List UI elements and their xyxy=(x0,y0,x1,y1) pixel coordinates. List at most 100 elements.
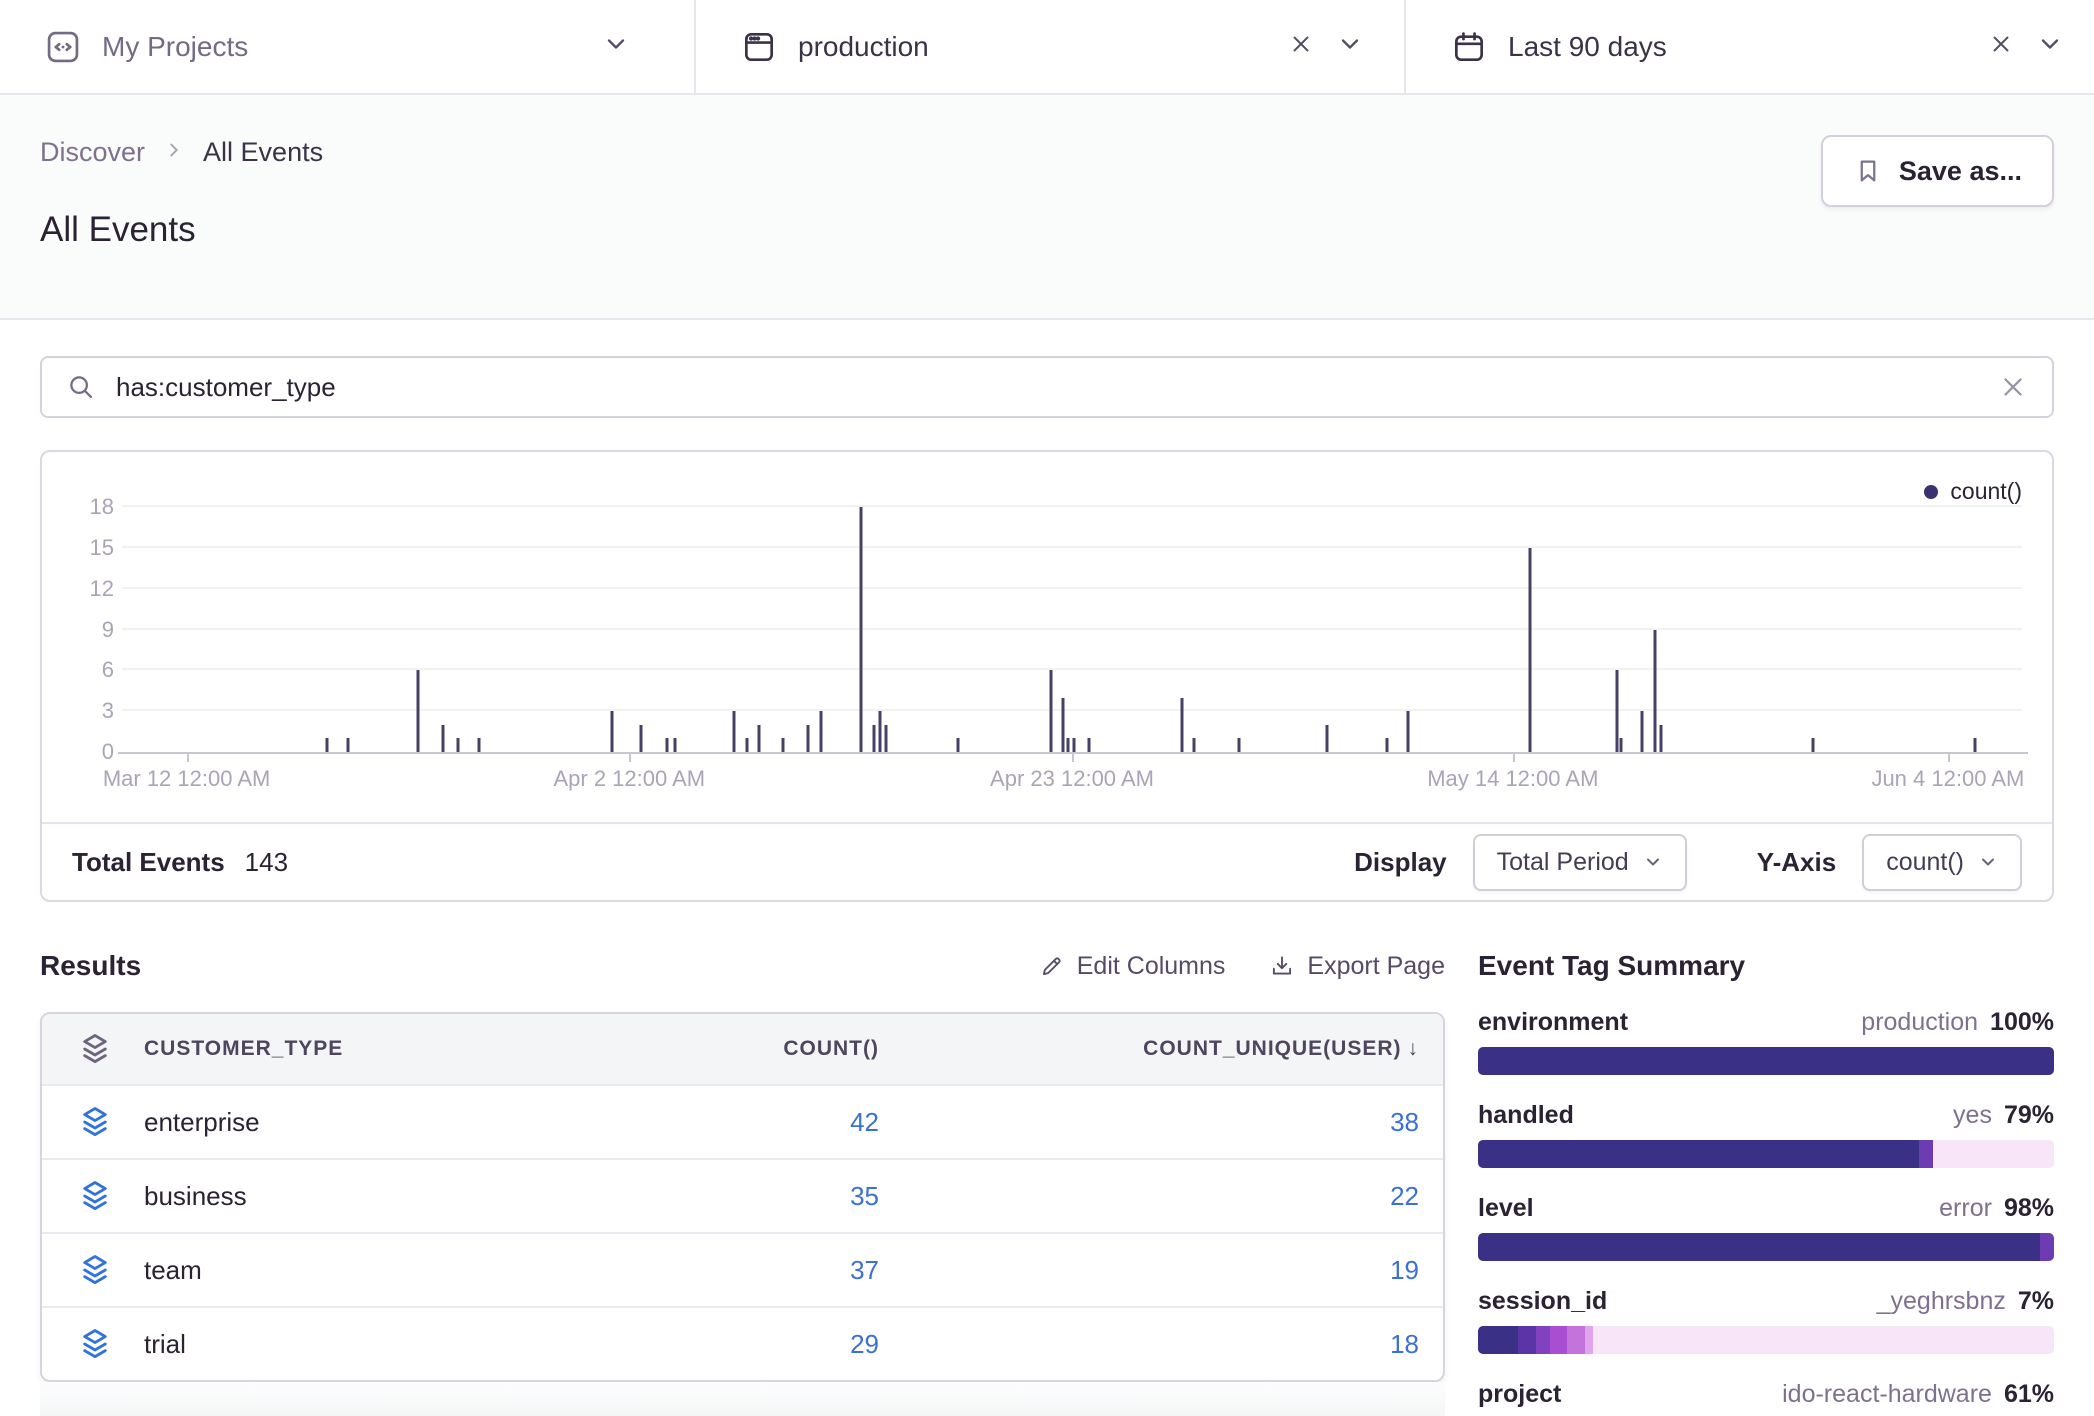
chevron-down-icon[interactable] xyxy=(602,30,630,63)
chart-bar xyxy=(782,738,785,752)
tag-percent: 79% xyxy=(2004,1101,2054,1130)
count-link[interactable]: 29 xyxy=(850,1329,879,1359)
chart-plot xyxy=(122,507,2022,752)
table-body: enterprise4238business3522team3719trial2… xyxy=(42,1084,1443,1380)
tag-top-value: ido-react-hardware xyxy=(1782,1380,1992,1409)
export-page-button[interactable]: Export Page xyxy=(1269,952,1445,981)
x-tick-label: Jun 4 12:00 AM xyxy=(1871,766,2024,792)
count-unique-link[interactable]: 22 xyxy=(1390,1181,1419,1211)
tag-distribution-bar[interactable] xyxy=(1478,1047,2054,1075)
customer-type-value: business xyxy=(144,1181,247,1212)
chart-bar xyxy=(1660,725,1663,752)
gridline xyxy=(122,587,2022,589)
y-tick-label: 3 xyxy=(102,698,114,724)
column-header-count[interactable]: COUNT() xyxy=(579,1037,879,1061)
clear-search-icon[interactable] xyxy=(1998,372,2028,402)
search-icon xyxy=(66,372,96,402)
count-link[interactable]: 37 xyxy=(850,1255,879,1285)
count-unique-link[interactable]: 18 xyxy=(1390,1329,1419,1359)
tag-percent: 98% xyxy=(2004,1194,2054,1223)
breadcrumb-discover-link[interactable]: Discover xyxy=(40,137,145,168)
chart-bar xyxy=(666,738,669,752)
chevron-down-icon xyxy=(1643,852,1663,872)
y-tick-label: 0 xyxy=(102,739,114,765)
x-tick-mark xyxy=(1513,752,1515,762)
tag-top-value: error xyxy=(1939,1194,1992,1223)
tag-name: level xyxy=(1478,1194,1534,1223)
chart-bar xyxy=(1238,738,1241,752)
y-tick-label: 15 xyxy=(90,535,114,561)
chevron-down-icon[interactable] xyxy=(2036,30,2064,63)
stack-icon xyxy=(76,1030,114,1068)
chart-bar xyxy=(1620,738,1623,752)
chevron-down-icon[interactable] xyxy=(1336,30,1364,63)
daterange-selector-label: Last 90 days xyxy=(1508,31,1667,63)
search-input[interactable] xyxy=(116,372,1978,403)
gridline xyxy=(122,709,2022,711)
chart-bar xyxy=(1181,698,1184,752)
table-row[interactable]: business 35 22 xyxy=(42,1158,1443,1232)
column-header-count-unique[interactable]: COUNT_UNIQUE(USER)↓ xyxy=(879,1037,1419,1061)
chart-bar xyxy=(806,725,809,752)
save-as-button[interactable]: Save as... xyxy=(1821,135,2054,207)
tag-entry: handledyes79% xyxy=(1478,1101,2054,1168)
sort-desc-icon: ↓ xyxy=(1408,1037,1420,1060)
customer-type-value: team xyxy=(144,1255,202,1286)
edit-columns-button[interactable]: Edit Columns xyxy=(1039,952,1226,981)
discover-page: My Projects production xyxy=(0,0,2094,1416)
gridline xyxy=(122,505,2022,507)
table-row[interactable]: trial2918 xyxy=(42,1306,1443,1380)
clear-environment-icon[interactable] xyxy=(1288,31,1314,62)
count-unique-link[interactable]: 19 xyxy=(1390,1255,1419,1285)
tag-summary-heading: Event Tag Summary xyxy=(1478,938,2054,994)
chart-bar xyxy=(1072,738,1075,752)
chart-bar xyxy=(1654,630,1657,753)
project-selector[interactable]: My Projects xyxy=(0,0,694,93)
tag-distribution-bar[interactable] xyxy=(1478,1140,2054,1168)
y-tick-label: 6 xyxy=(102,657,114,683)
table-row[interactable]: team 37 19 xyxy=(42,1232,1443,1306)
tag-distribution-bar[interactable] xyxy=(1478,1326,2054,1354)
daterange-selector[interactable]: Last 90 days xyxy=(1404,0,2094,93)
column-header-customer-type[interactable]: CUSTOMER_TYPE xyxy=(144,1037,343,1061)
total-events-value: 143 xyxy=(245,847,288,878)
tag-distribution-bar[interactable] xyxy=(1478,1233,2054,1261)
chart-bar xyxy=(1528,548,1531,752)
chart-bar xyxy=(639,725,642,752)
chart-bar xyxy=(1325,725,1328,752)
tag-segment xyxy=(1550,1326,1567,1354)
chart-bar xyxy=(347,738,350,752)
chart-bar xyxy=(478,738,481,752)
display-dropdown[interactable]: Total Period xyxy=(1473,834,1687,891)
table-row[interactable]: enterprise4238 xyxy=(42,1084,1443,1158)
chart-bar xyxy=(1386,738,1389,752)
clear-daterange-icon[interactable] xyxy=(1988,31,2014,62)
x-tick-label: Apr 2 12:00 AM xyxy=(553,766,705,792)
chart-bar xyxy=(1061,698,1064,752)
chart-bar xyxy=(746,738,749,752)
count-link[interactable]: 35 xyxy=(850,1181,879,1211)
gridline xyxy=(122,668,2022,670)
chart-bar xyxy=(1192,738,1195,752)
download-icon xyxy=(1269,953,1295,979)
breadcrumb-current: All Events xyxy=(203,137,323,168)
yaxis-dropdown[interactable]: count() xyxy=(1862,834,2022,891)
tag-name: project xyxy=(1478,1380,1561,1409)
tag-top-value: yes xyxy=(1953,1101,1992,1130)
tag-name: environment xyxy=(1478,1008,1628,1037)
y-tick-label: 12 xyxy=(90,576,114,602)
chart-bar xyxy=(417,670,420,752)
page-header: Discover All Events All Events Save as..… xyxy=(0,95,2094,320)
tag-percent: 100% xyxy=(1990,1008,2054,1037)
chart-bar xyxy=(884,725,887,752)
stack-icon xyxy=(76,1251,114,1289)
count-unique-link[interactable]: 38 xyxy=(1390,1107,1419,1137)
count-link[interactable]: 42 xyxy=(850,1107,879,1137)
search-bar xyxy=(40,356,2054,418)
y-axis-labels: 0369121518 xyxy=(42,507,114,752)
environment-selector[interactable]: production xyxy=(694,0,1404,93)
total-events-label: Total Events xyxy=(72,847,225,878)
chart-bar xyxy=(611,711,614,752)
chart-bar xyxy=(1812,738,1815,752)
tag-segment xyxy=(1478,1233,2040,1261)
